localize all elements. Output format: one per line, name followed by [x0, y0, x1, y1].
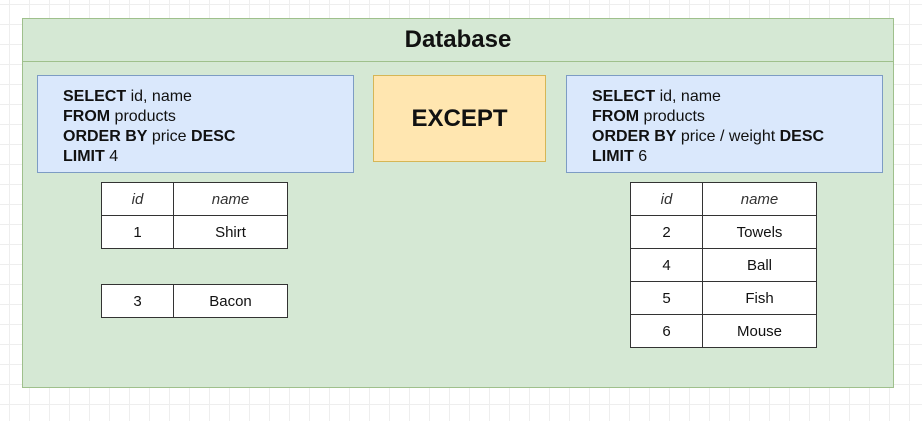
- table-header-row: id name: [101, 182, 288, 216]
- cell-id: 2: [630, 215, 703, 249]
- right-query-line-order-by: ORDER BY price / weight DESC: [592, 128, 825, 145]
- column-header-id: id: [101, 182, 174, 216]
- table-header-row: id name: [630, 182, 817, 216]
- column-header-id: id: [630, 182, 703, 216]
- cell-name: Mouse: [702, 314, 817, 348]
- left-query-line-limit: LIMIT 4: [63, 148, 119, 165]
- table-row: 5 Fish: [630, 281, 817, 315]
- cell-name: Fish: [702, 281, 817, 315]
- table-row: 6 Mouse: [630, 314, 817, 348]
- left-query-box: SELECT id, name FROM products ORDER BY p…: [37, 75, 354, 173]
- cell-id: 3: [101, 284, 174, 318]
- left-query-line-order-by: ORDER BY price DESC: [63, 128, 236, 145]
- table-row: 3 Bacon: [101, 284, 288, 318]
- left-query-line-select: SELECT id, name: [63, 88, 192, 105]
- right-query-line-limit: LIMIT 6: [592, 148, 648, 165]
- cell-name: Shirt: [173, 215, 288, 249]
- database-title: Database: [23, 19, 893, 62]
- except-operator-label: EXCEPT: [411, 104, 508, 132]
- cell-id: 5: [630, 281, 703, 315]
- left-result-table-detached-row: 3 Bacon: [101, 284, 288, 318]
- column-header-name: name: [173, 182, 288, 216]
- right-query-box: SELECT id, name FROM products ORDER BY p…: [566, 75, 883, 173]
- cell-name: Towels: [702, 215, 817, 249]
- table-row: 2 Towels: [630, 215, 817, 249]
- left-result-table: id name 1 Shirt: [101, 182, 288, 249]
- cell-name: Ball: [702, 248, 817, 282]
- database-container: Database SELECT id, name FROM products O…: [22, 18, 894, 388]
- table-row: 4 Ball: [630, 248, 817, 282]
- except-operator-box: EXCEPT: [373, 75, 546, 162]
- right-query-line-from: FROM products: [592, 108, 705, 125]
- cell-id: 1: [101, 215, 174, 249]
- right-result-table: id name 2 Towels 4 Ball 5 Fish 6 Mouse: [630, 182, 817, 348]
- cell-id: 6: [630, 314, 703, 348]
- right-query-line-select: SELECT id, name: [592, 88, 721, 105]
- column-header-name: name: [702, 182, 817, 216]
- left-query-line-from: FROM products: [63, 108, 176, 125]
- cell-name: Bacon: [173, 284, 288, 318]
- table-row: 1 Shirt: [101, 215, 288, 249]
- cell-id: 4: [630, 248, 703, 282]
